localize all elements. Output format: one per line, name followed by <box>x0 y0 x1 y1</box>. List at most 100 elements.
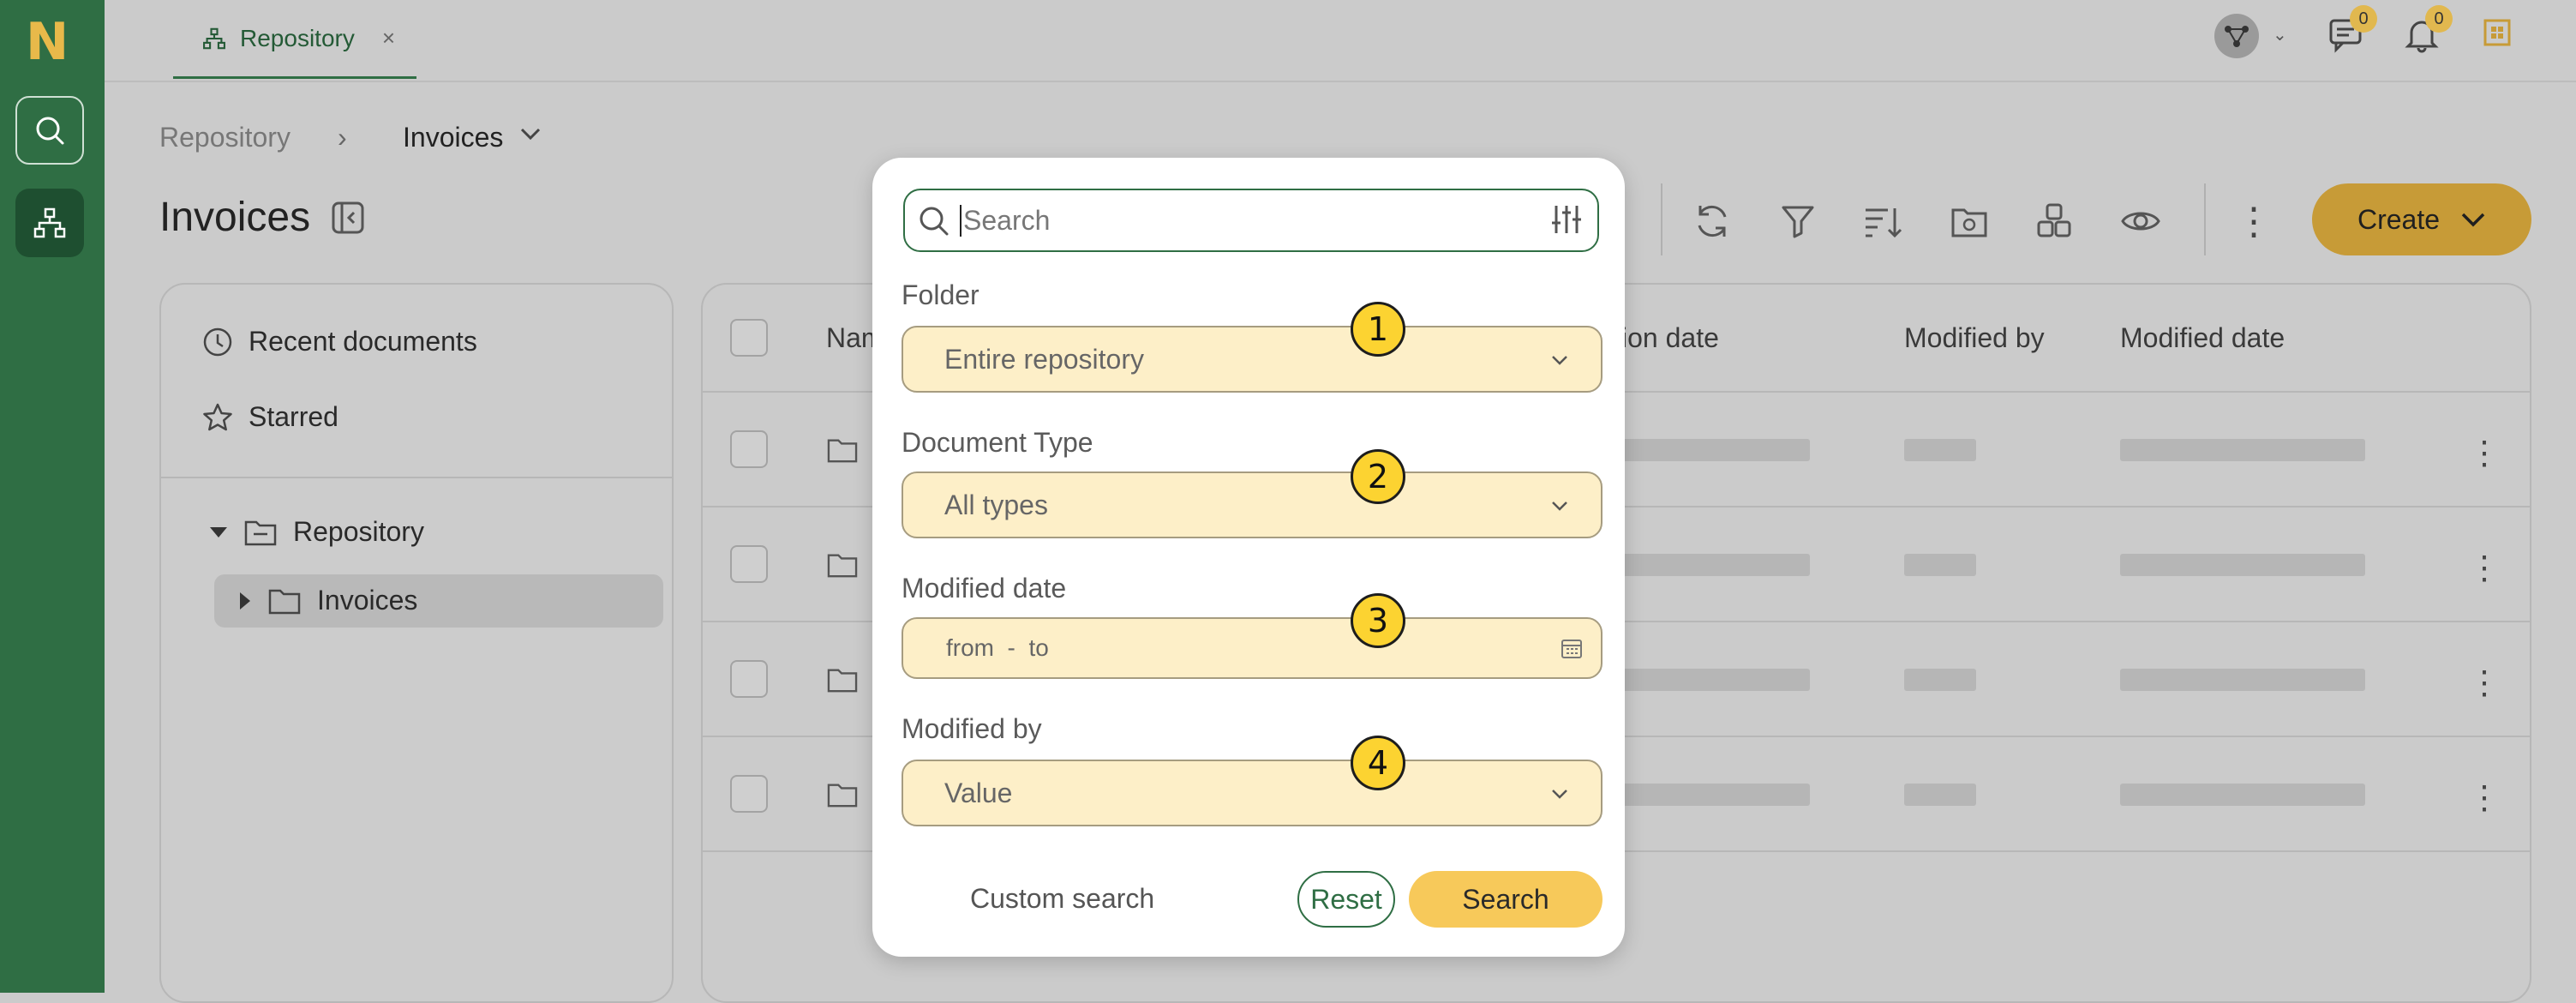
search-icon <box>920 207 949 236</box>
marker-3: 3 <box>1351 593 1405 648</box>
folder-label: Folder <box>902 279 979 310</box>
folder-icon <box>827 554 858 578</box>
loading-placeholder <box>2120 554 2365 576</box>
apps-icon[interactable] <box>2482 17 2513 52</box>
column-header-creation-date[interactable]: ion date <box>1621 322 1719 354</box>
rail-repository-button[interactable] <box>15 189 84 257</box>
modified-by-label: Modified by <box>902 713 1042 744</box>
loading-placeholder <box>1620 669 1810 691</box>
grid-view-icon[interactable] <box>2031 197 2079 245</box>
clock-icon <box>203 327 232 356</box>
search-input[interactable]: Search <box>903 189 1599 252</box>
filter-settings-icon[interactable] <box>1549 202 1584 237</box>
breadcrumb-repository[interactable]: Repository <box>159 122 291 153</box>
calendar-icon[interactable] <box>1560 636 1584 660</box>
refresh-icon[interactable] <box>1688 197 1736 245</box>
app-logo[interactable]: N <box>26 12 69 72</box>
folder-select[interactable]: Entire repository <box>902 326 1603 393</box>
workflow-icon[interactable] <box>2214 14 2259 58</box>
caret-down-icon[interactable] <box>209 526 228 539</box>
document-type-label: Document Type <box>902 427 1093 458</box>
eye-icon[interactable] <box>2117 197 2165 245</box>
loading-placeholder <box>2120 669 2365 691</box>
messages-count-badge: 0 <box>2350 5 2377 33</box>
search-placeholder: Search <box>960 204 1050 237</box>
row-more-icon[interactable]: ⋮ <box>2468 549 2501 587</box>
sitemap-icon <box>203 27 225 49</box>
folder-icon <box>827 784 858 808</box>
row-checkbox[interactable] <box>730 775 768 813</box>
reset-button[interactable]: Reset <box>1297 871 1395 928</box>
nav-recent-label: Recent documents <box>249 326 477 357</box>
loading-placeholder <box>1620 554 1810 576</box>
page-title: Invoices <box>159 195 311 240</box>
notifications-count-badge: 0 <box>2425 5 2453 33</box>
document-type-select[interactable]: All types <box>902 471 1603 538</box>
chevron-down-icon <box>1552 356 1567 365</box>
divider <box>161 477 672 478</box>
column-header-modified-date[interactable]: Modified date <box>2120 322 2285 354</box>
folder-icon <box>827 669 858 693</box>
loading-placeholder <box>1904 439 1976 461</box>
row-more-icon[interactable]: ⋮ <box>2468 778 2501 817</box>
tab-label: Repository <box>240 24 355 51</box>
loading-placeholder <box>1620 784 1810 806</box>
marker-4: 4 <box>1351 736 1405 790</box>
toolbar-divider <box>2204 183 2206 255</box>
modified-date-range[interactable]: from - to <box>902 617 1603 679</box>
row-more-icon[interactable]: ⋮ <box>2468 434 2501 472</box>
marker-1: 1 <box>1351 302 1405 357</box>
loading-placeholder <box>2120 784 2365 806</box>
folder-icon <box>268 589 301 614</box>
sitemap-icon <box>33 207 66 238</box>
tree-item-repository[interactable]: Repository <box>209 516 424 548</box>
row-checkbox[interactable] <box>730 660 768 698</box>
collapse-panel-icon[interactable] <box>331 201 365 239</box>
chevron-down-icon <box>1552 790 1567 799</box>
custom-search-link[interactable]: Custom search <box>970 883 1154 915</box>
search-icon <box>36 117 64 145</box>
row-more-icon[interactable]: ⋮ <box>2468 664 2501 702</box>
sort-icon[interactable] <box>1860 197 1908 245</box>
marker-2: 2 <box>1351 449 1405 504</box>
chevron-down-icon[interactable]: ⌄ <box>2273 24 2287 45</box>
top-bar <box>105 0 2576 82</box>
tree-repository-label: Repository <box>293 516 424 547</box>
tab-close-icon[interactable]: × <box>382 25 395 51</box>
folder-icon <box>827 439 858 463</box>
loading-placeholder <box>1904 784 1976 806</box>
tree-invoices-label: Invoices <box>317 585 418 616</box>
modified-by-select[interactable]: Value <box>902 760 1603 826</box>
breadcrumb-separator: › <box>338 122 347 153</box>
row-checkbox[interactable] <box>730 430 768 468</box>
caret-right-icon[interactable] <box>238 592 252 610</box>
loading-placeholder <box>2120 439 2365 461</box>
loading-placeholder <box>1904 554 1976 576</box>
modified-date-value: from - to <box>946 634 1049 661</box>
breadcrumb-current[interactable]: Invoices <box>403 122 503 153</box>
column-header-modified-by[interactable]: Modified by <box>1904 322 2045 354</box>
search-button[interactable]: Search <box>1409 871 1603 928</box>
rail-search-button[interactable] <box>15 96 84 165</box>
create-button[interactable]: Create <box>2312 183 2531 255</box>
modified-by-value: Value <box>944 777 1013 808</box>
toolbar-divider <box>1661 183 1662 255</box>
folder-value: Entire repository <box>944 343 1144 375</box>
row-checkbox[interactable] <box>730 545 768 583</box>
nav-recent-documents[interactable]: Recent documents <box>202 326 477 357</box>
folder-link-icon[interactable] <box>1945 197 1993 245</box>
tree-item-invoices[interactable]: Invoices <box>238 585 417 616</box>
modified-date-label: Modified date <box>902 573 1067 604</box>
document-type-value: All types <box>944 489 1048 520</box>
more-icon[interactable]: ⋮ <box>2230 197 2278 245</box>
filter-icon[interactable] <box>1774 197 1822 245</box>
nav-starred-label: Starred <box>249 401 338 432</box>
chevron-down-icon[interactable] <box>519 125 542 147</box>
select-all-checkbox[interactable] <box>730 319 768 357</box>
star-icon <box>203 403 232 430</box>
chevron-down-icon <box>2461 213 2485 227</box>
loading-placeholder <box>1620 439 1810 461</box>
tab-repository[interactable]: Repository × <box>173 0 416 79</box>
chevron-down-icon <box>1552 502 1567 511</box>
nav-starred[interactable]: Starred <box>202 401 338 433</box>
